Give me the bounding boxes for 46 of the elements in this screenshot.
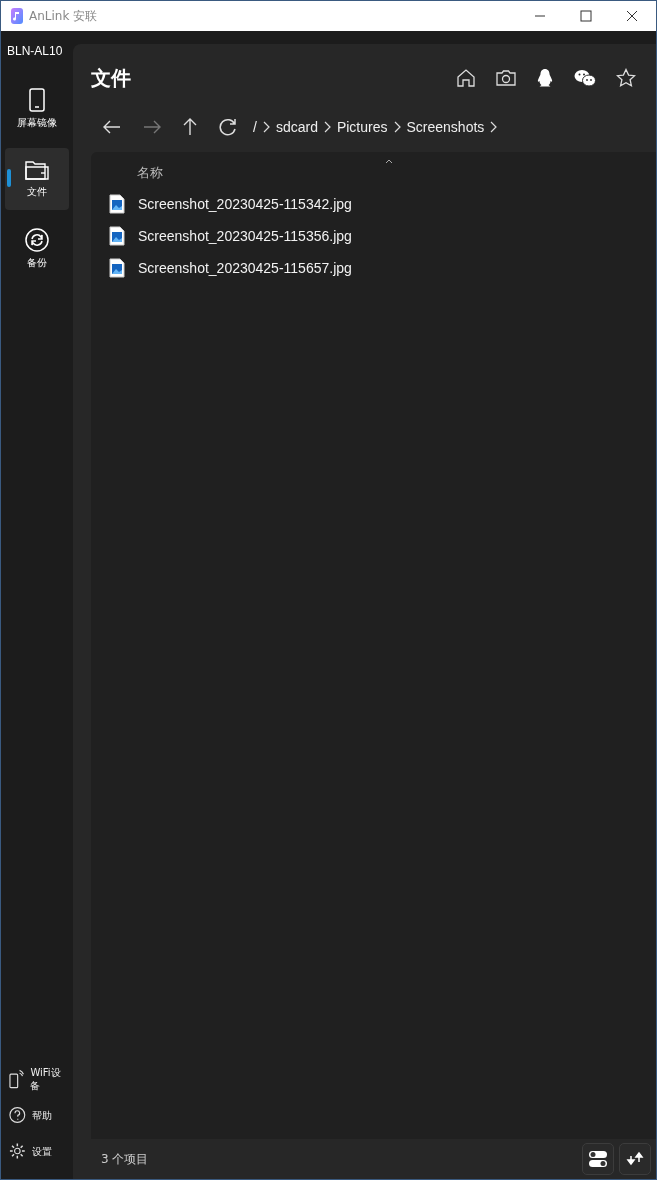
nav-item[interactable]: 文件 — [5, 148, 69, 210]
column-header[interactable]: 名称 — [137, 165, 163, 180]
star-icon[interactable] — [616, 68, 636, 88]
help-icon — [9, 1106, 26, 1124]
nav-item[interactable]: 帮助 — [1, 1097, 73, 1133]
wifi-phone-icon — [9, 1069, 25, 1089]
sort-button[interactable] — [619, 1143, 651, 1175]
file-name[interactable]: Screenshot_20230425-115342.jpg — [138, 196, 352, 212]
image-file-icon — [109, 258, 125, 278]
refresh-icon[interactable] — [219, 118, 237, 136]
home-icon[interactable] — [456, 68, 476, 88]
back-arrow-icon[interactable] — [103, 120, 121, 134]
file-name[interactable]: Screenshot_20230425-115356.jpg — [138, 228, 352, 244]
up-arrow-icon[interactable] — [183, 118, 197, 136]
file-name[interactable]: Screenshot_20230425-115657.jpg — [138, 260, 352, 276]
chat-bubbles-icon[interactable] — [574, 69, 596, 87]
app-logo-icon — [11, 8, 23, 24]
penguin-icon[interactable] — [536, 68, 554, 88]
folder-icon — [25, 159, 49, 181]
toggle-switches-icon — [588, 1149, 608, 1169]
maximize-icon[interactable] — [580, 10, 592, 22]
item-count: 3 个项目 — [101, 1150, 149, 1168]
sync-icon — [25, 228, 49, 252]
nav-item[interactable]: 屏幕镜像 — [5, 78, 69, 140]
sort-caret-icon — [385, 159, 393, 164]
chevron-icon — [323, 121, 331, 133]
breadcrumb-item[interactable]: / — [253, 119, 257, 135]
breadcrumb-item[interactable]: Pictures — [336, 119, 388, 135]
nav-item[interactable]: 备份 — [5, 218, 69, 280]
chevron-icon — [262, 121, 270, 133]
window-title: AnLink 安联 — [29, 7, 98, 25]
toggle-view-button[interactable] — [582, 1143, 614, 1175]
image-file-icon — [109, 226, 125, 246]
page-title: 文件 — [91, 64, 131, 92]
camera-icon[interactable] — [496, 69, 516, 87]
image-file-icon — [109, 194, 125, 214]
device-name: BLN-AL10 — [6, 43, 64, 58]
breadcrumb-item[interactable]: Screenshots — [406, 119, 485, 135]
settings-icon — [9, 1142, 26, 1160]
nav-item[interactable]: WiFi设备 — [1, 1061, 73, 1097]
nav-item[interactable]: 设置 — [1, 1133, 73, 1169]
phone-icon — [29, 88, 45, 112]
breadcrumb-item[interactable]: sdcard — [275, 119, 318, 135]
chevron-icon — [393, 121, 401, 133]
chevron-icon — [490, 121, 498, 133]
close-icon[interactable] — [626, 10, 638, 22]
